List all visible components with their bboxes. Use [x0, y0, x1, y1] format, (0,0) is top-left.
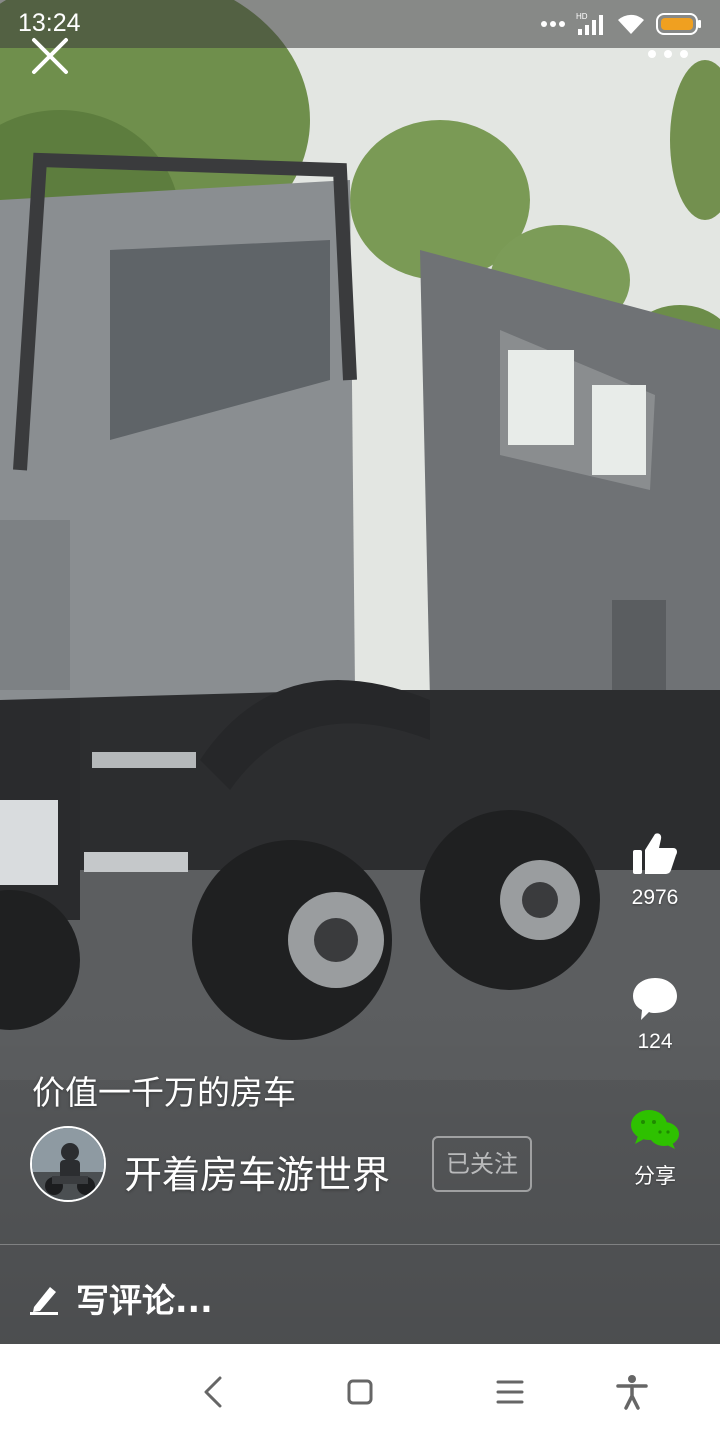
more-dots-icon — [541, 21, 565, 27]
comment-count: 124 — [637, 1030, 673, 1053]
back-icon[interactable] — [194, 1372, 234, 1412]
navigation-bar — [0, 1344, 720, 1440]
video-frame — [0, 0, 720, 1344]
pencil-icon — [30, 1287, 58, 1315]
comment-placeholder: 写评论... — [76, 1281, 213, 1320]
thumbs-up-icon — [633, 833, 677, 874]
accessibility-icon[interactable] — [612, 1372, 652, 1412]
share-label: 分享 — [634, 1165, 676, 1188]
more-horizontal-icon[interactable] — [644, 44, 692, 64]
like-count: 2976 — [631, 886, 679, 909]
comment-input[interactable]: 写评论... — [28, 1270, 213, 1326]
video-player[interactable] — [0, 0, 720, 1344]
wechat-icon — [631, 1110, 679, 1149]
comment-button[interactable]: 124 — [620, 976, 690, 1054]
close-icon[interactable] — [28, 34, 72, 78]
comment-bubble-icon — [633, 978, 677, 1020]
like-button[interactable]: 2976 — [620, 830, 690, 910]
author-name[interactable]: 开着房车游世界 — [124, 1144, 390, 1199]
status-bar: 13:24 HD — [0, 0, 720, 48]
wifi-icon — [618, 14, 644, 34]
menu-icon[interactable] — [490, 1372, 530, 1412]
battery-icon — [656, 13, 701, 35]
home-icon[interactable] — [340, 1372, 380, 1412]
author-avatar[interactable] — [30, 1126, 106, 1202]
hd-signal-icon: HD — [576, 12, 603, 35]
svg-text:HD: HD — [576, 12, 588, 21]
status-icons: HD — [540, 10, 702, 38]
divider — [0, 1244, 720, 1245]
follow-button[interactable]: 已关注 — [432, 1136, 532, 1192]
video-title: 价值一千万的房车 — [32, 1073, 296, 1112]
share-button[interactable]: 分享 — [620, 1108, 690, 1190]
